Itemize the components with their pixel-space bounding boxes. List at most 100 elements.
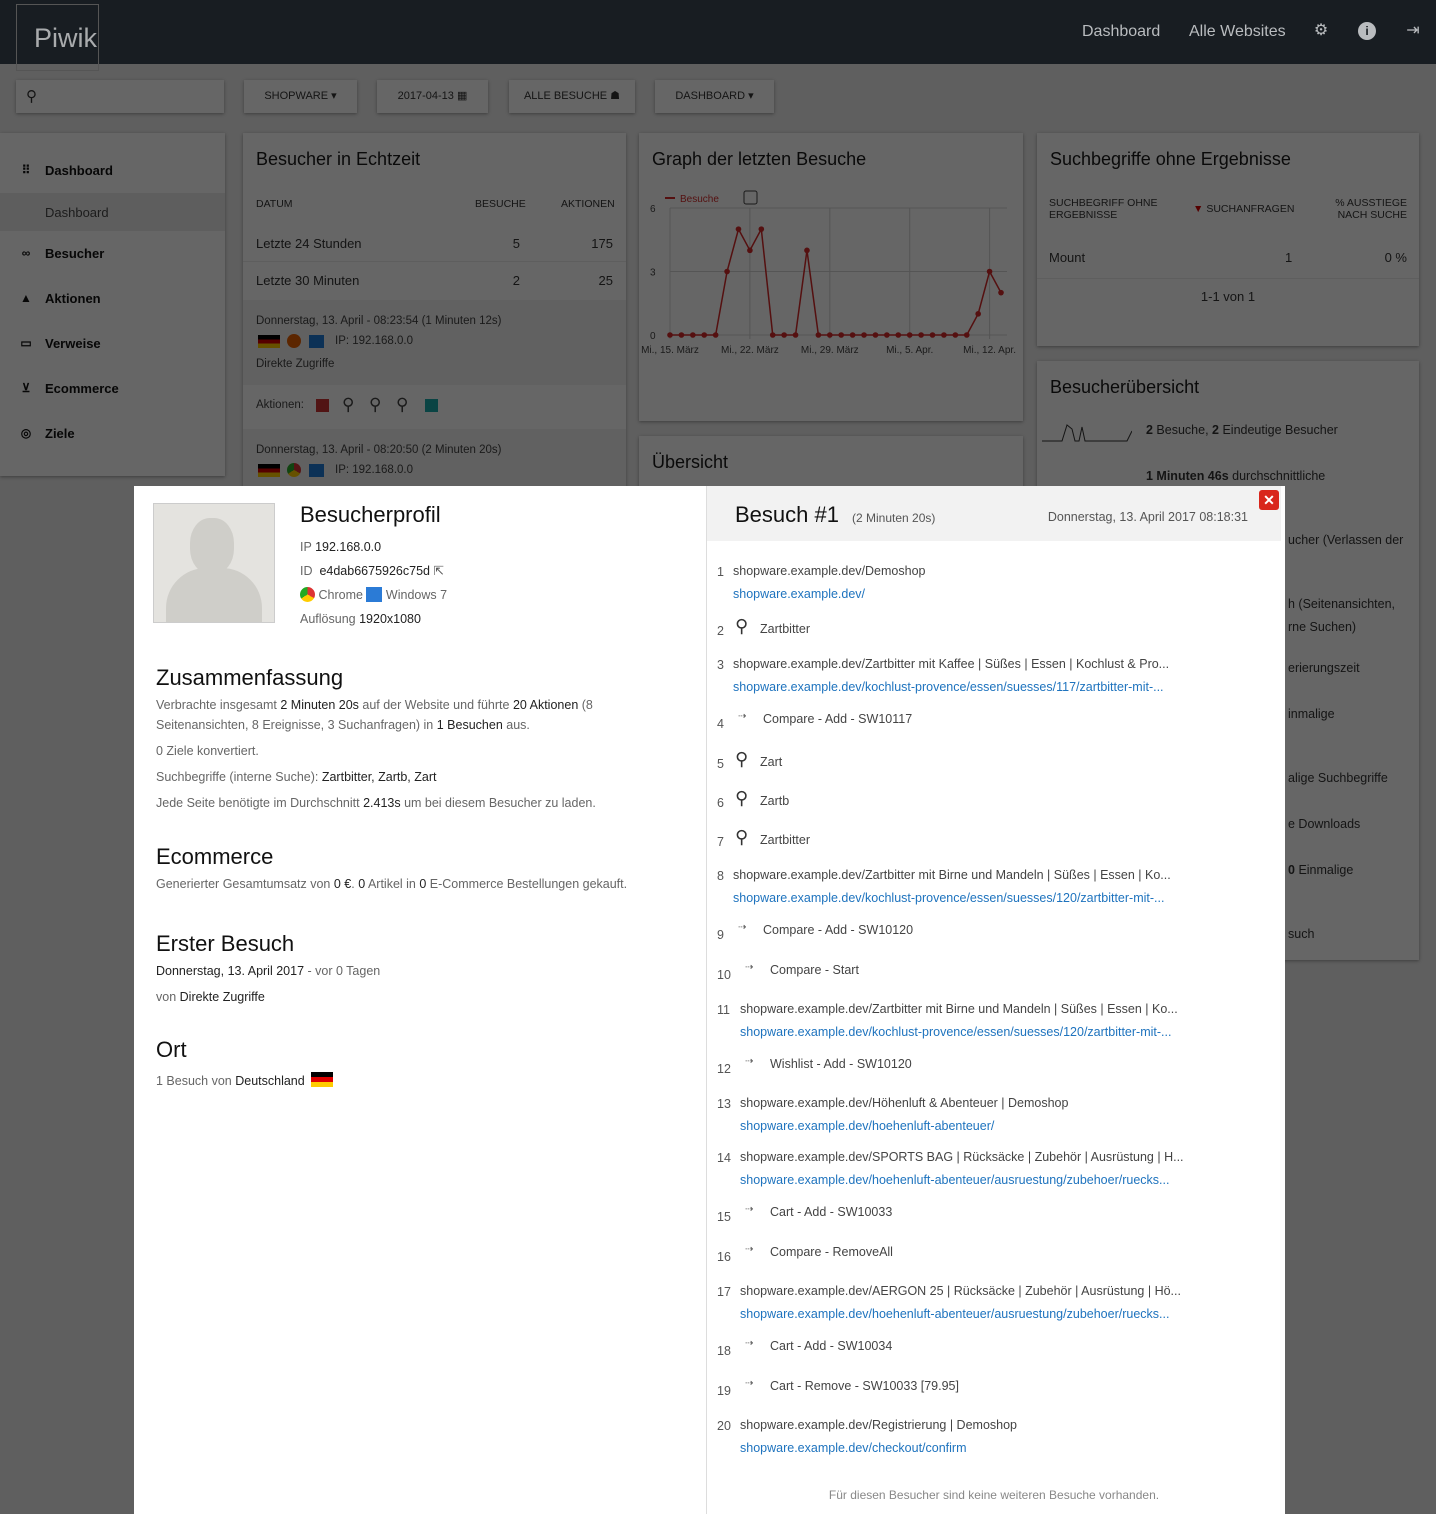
action-number: 5 — [717, 757, 724, 771]
avatar — [153, 503, 275, 623]
piwik-logo[interactable]: Piwik — [16, 4, 99, 71]
event-arrow-icon: ⇢ — [745, 1244, 754, 1255]
action-item-event[interactable]: 12 ⇢ Wishlist - Add - SW10120 — [707, 1056, 1281, 1096]
col-header[interactable]: AKTIONEN — [561, 198, 615, 210]
data-point — [952, 332, 959, 338]
action-item-page[interactable]: 8 shopware.example.dev/Zartbitter mit Bir… — [707, 868, 1281, 922]
page-url-link[interactable]: shopware.example.dev/hoehenluft-abenteue… — [740, 1307, 1169, 1321]
search-icon: ⚲ — [735, 788, 749, 808]
visit-header: Besuch #1 (2 Minuten 20s) Donnerstag, 13… — [707, 486, 1281, 541]
logout-icon[interactable]: ⇥ — [1404, 22, 1422, 40]
bell-icon: ▲ — [20, 291, 32, 305]
folder-icon — [316, 399, 329, 412]
col-header[interactable]: SUCHBEGRIFF OHNE ERGEBNISSE — [1049, 197, 1169, 221]
action-item-search[interactable]: 5 ⚲ Zart — [707, 749, 1281, 790]
clipped-text: 0 Einmalige — [1288, 863, 1354, 877]
window-icon: ▭ — [20, 336, 32, 350]
sidebar-item-dashboard[interactable]: ⠿ Dashboard — [0, 148, 225, 193]
action-number: 12 — [717, 1062, 731, 1076]
action-item-page[interactable]: 20 shopware.example.dev/Registrierung | D… — [707, 1418, 1281, 1472]
sidebar-item-ziele[interactable]: ◎ Ziele — [0, 411, 225, 456]
col-header[interactable]: % AUSSTIEGE NACH SUCHE — [1317, 197, 1407, 221]
widget-title: Übersicht — [652, 452, 729, 472]
page-title: shopware.example.dev/Zartbitter mit Kaff… — [733, 657, 1170, 671]
page-url-link[interactable]: shopware.example.dev/kochlust-provence/e… — [733, 891, 1164, 905]
close-button[interactable]: ✕ — [1259, 490, 1279, 510]
page-url-link[interactable]: shopware.example.dev/ — [733, 587, 865, 601]
close-icon: ✕ — [1263, 492, 1275, 508]
data-point — [895, 332, 902, 338]
action-item-page[interactable]: 14 shopware.example.dev/SPORTS BAG | Rück… — [707, 1150, 1281, 1204]
action-item-event[interactable]: 4 ⇢ Compare - Add - SW10117 — [707, 711, 1281, 751]
page-url-link[interactable]: shopware.example.dev/kochlust-provence/e… — [740, 1025, 1171, 1039]
date-selector[interactable]: 2017-04-13 ▦ — [377, 80, 488, 113]
export-icon[interactable]: ⇱ — [433, 564, 443, 578]
event-label: Cart - Remove - SW10033 [79.95] — [770, 1379, 959, 1393]
dashboard-selector[interactable]: DASHBOARD ▾ — [655, 80, 774, 113]
search-icon: ⚲ — [369, 395, 382, 414]
action-item-event[interactable]: 16 ⇢ Compare - RemoveAll — [707, 1244, 1281, 1284]
page-title: shopware.example.dev/Demoshop — [733, 564, 926, 578]
page-title: shopware.example.dev/Höhenluft & Abenteu… — [740, 1096, 1069, 1110]
action-item-event[interactable]: 18 ⇢ Cart - Add - SW10034 — [707, 1338, 1281, 1378]
event-label: Cart - Add - SW10033 — [770, 1205, 893, 1219]
page-url-link[interactable]: shopware.example.dev/kochlust-provence/e… — [733, 680, 1164, 694]
nav-all-websites[interactable]: Alle Websites — [1189, 0, 1286, 64]
nav-dashboard[interactable]: Dashboard — [1082, 0, 1160, 64]
col-header-sorted[interactable]: ▼ SUCHANFRAGEN — [1193, 203, 1294, 215]
action-item-event[interactable]: 9 ⇢ Compare - Add - SW10120 — [707, 922, 1281, 962]
visit-item[interactable]: Donnerstag, 13. April - 08:23:54 (1 Minu… — [243, 300, 626, 385]
action-item-page[interactable]: 17 shopware.example.dev/AERGON 25 | Rücks… — [707, 1284, 1281, 1338]
sidebar-item-besucher[interactable]: ∞ Besucher — [0, 231, 225, 276]
search-input[interactable]: ⚲ — [16, 80, 224, 113]
date-label: 2017-04-13 — [397, 90, 454, 102]
data-point — [758, 226, 765, 232]
firefox-icon — [287, 334, 301, 348]
data-point — [690, 332, 696, 338]
gear-icon[interactable]: ⚙ — [1312, 22, 1330, 40]
data-point — [769, 332, 776, 338]
calendar-icon: ▦ — [456, 90, 468, 102]
action-item-event[interactable]: 15 ⇢ Cart - Add - SW10033 — [707, 1204, 1281, 1244]
col-header[interactable]: DATUM — [256, 198, 293, 210]
folder-icon — [425, 399, 438, 412]
data-point — [849, 332, 856, 338]
page-url-link[interactable]: shopware.example.dev/checkout/confirm — [740, 1441, 967, 1455]
data-point — [701, 332, 708, 338]
windows-icon — [366, 587, 383, 602]
visits-line-chart: 0 3 6 Mi., 15. März Mi., 22. März Mi., 29. Mä… — [641, 190, 1016, 356]
page-url-link[interactable]: shopware.example.dev/hoehenluft-abenteue… — [740, 1173, 1169, 1187]
action-number: 20 — [717, 1419, 731, 1433]
action-item-event[interactable]: 19 ⇢ Cart - Remove - SW10033 [79.95] — [707, 1378, 1281, 1418]
table-row: Letzte 24 Stunden 5 175 — [243, 225, 626, 262]
widget-title: Suchbegriffe ohne Ergebnisse — [1050, 149, 1291, 169]
data-point — [941, 332, 947, 338]
segment-label: ALLE BESUCHE — [523, 90, 608, 102]
action-number: 16 — [717, 1250, 731, 1264]
page-url-link[interactable]: shopware.example.dev/hoehenluft-abenteue… — [740, 1119, 994, 1133]
action-item-search[interactable]: 6 ⚲ Zartb — [707, 788, 1281, 829]
action-number: 2 — [717, 624, 724, 638]
action-item-event[interactable]: 10 ⇢ Compare - Start — [707, 962, 1281, 1002]
legend-label: Besuche — [680, 194, 719, 205]
sidebar-item-ecommerce[interactable]: ⊻ Ecommerce — [0, 366, 225, 411]
action-item-page[interactable]: 11 shopware.example.dev/Zartbitter mit Bi… — [707, 1002, 1281, 1056]
sidebar-subitem-dashboard[interactable]: Dashboard — [0, 193, 225, 231]
site-selector[interactable]: SHOPWARE ▾ — [244, 80, 357, 113]
action-item-page[interactable]: 13 shopware.example.dev/Höhenluft & Abent… — [707, 1096, 1281, 1150]
action-number: 14 — [717, 1151, 731, 1165]
sidebar-item-aktionen[interactable]: ▲ Aktionen — [0, 276, 225, 321]
info-icon[interactable]: i — [1358, 22, 1376, 40]
data-point — [804, 247, 810, 254]
event-label: Compare - Add - SW10120 — [763, 923, 914, 937]
action-item-page[interactable]: 3 shopware.example.dev/Zartbitter mit Kaf… — [707, 657, 1281, 711]
sidebar-item-verweise[interactable]: ▭ Verweise — [0, 321, 225, 366]
data-point — [838, 332, 845, 338]
action-item-search[interactable]: 7 ⚲ Zartbitter — [707, 827, 1281, 868]
action-item-search[interactable]: 2 ⚲ Zartbitter — [707, 616, 1281, 657]
clipped-text: ucher (Verlassen der — [1288, 533, 1404, 547]
col-header[interactable]: BESUCHE — [475, 198, 526, 210]
segment-selector[interactable]: ALLE BESUCHE ☗ — [509, 80, 635, 113]
action-number: 3 — [717, 658, 724, 672]
action-item-page[interactable]: 1 shopware.example.dev/Demoshop shopware.e… — [707, 564, 1281, 618]
